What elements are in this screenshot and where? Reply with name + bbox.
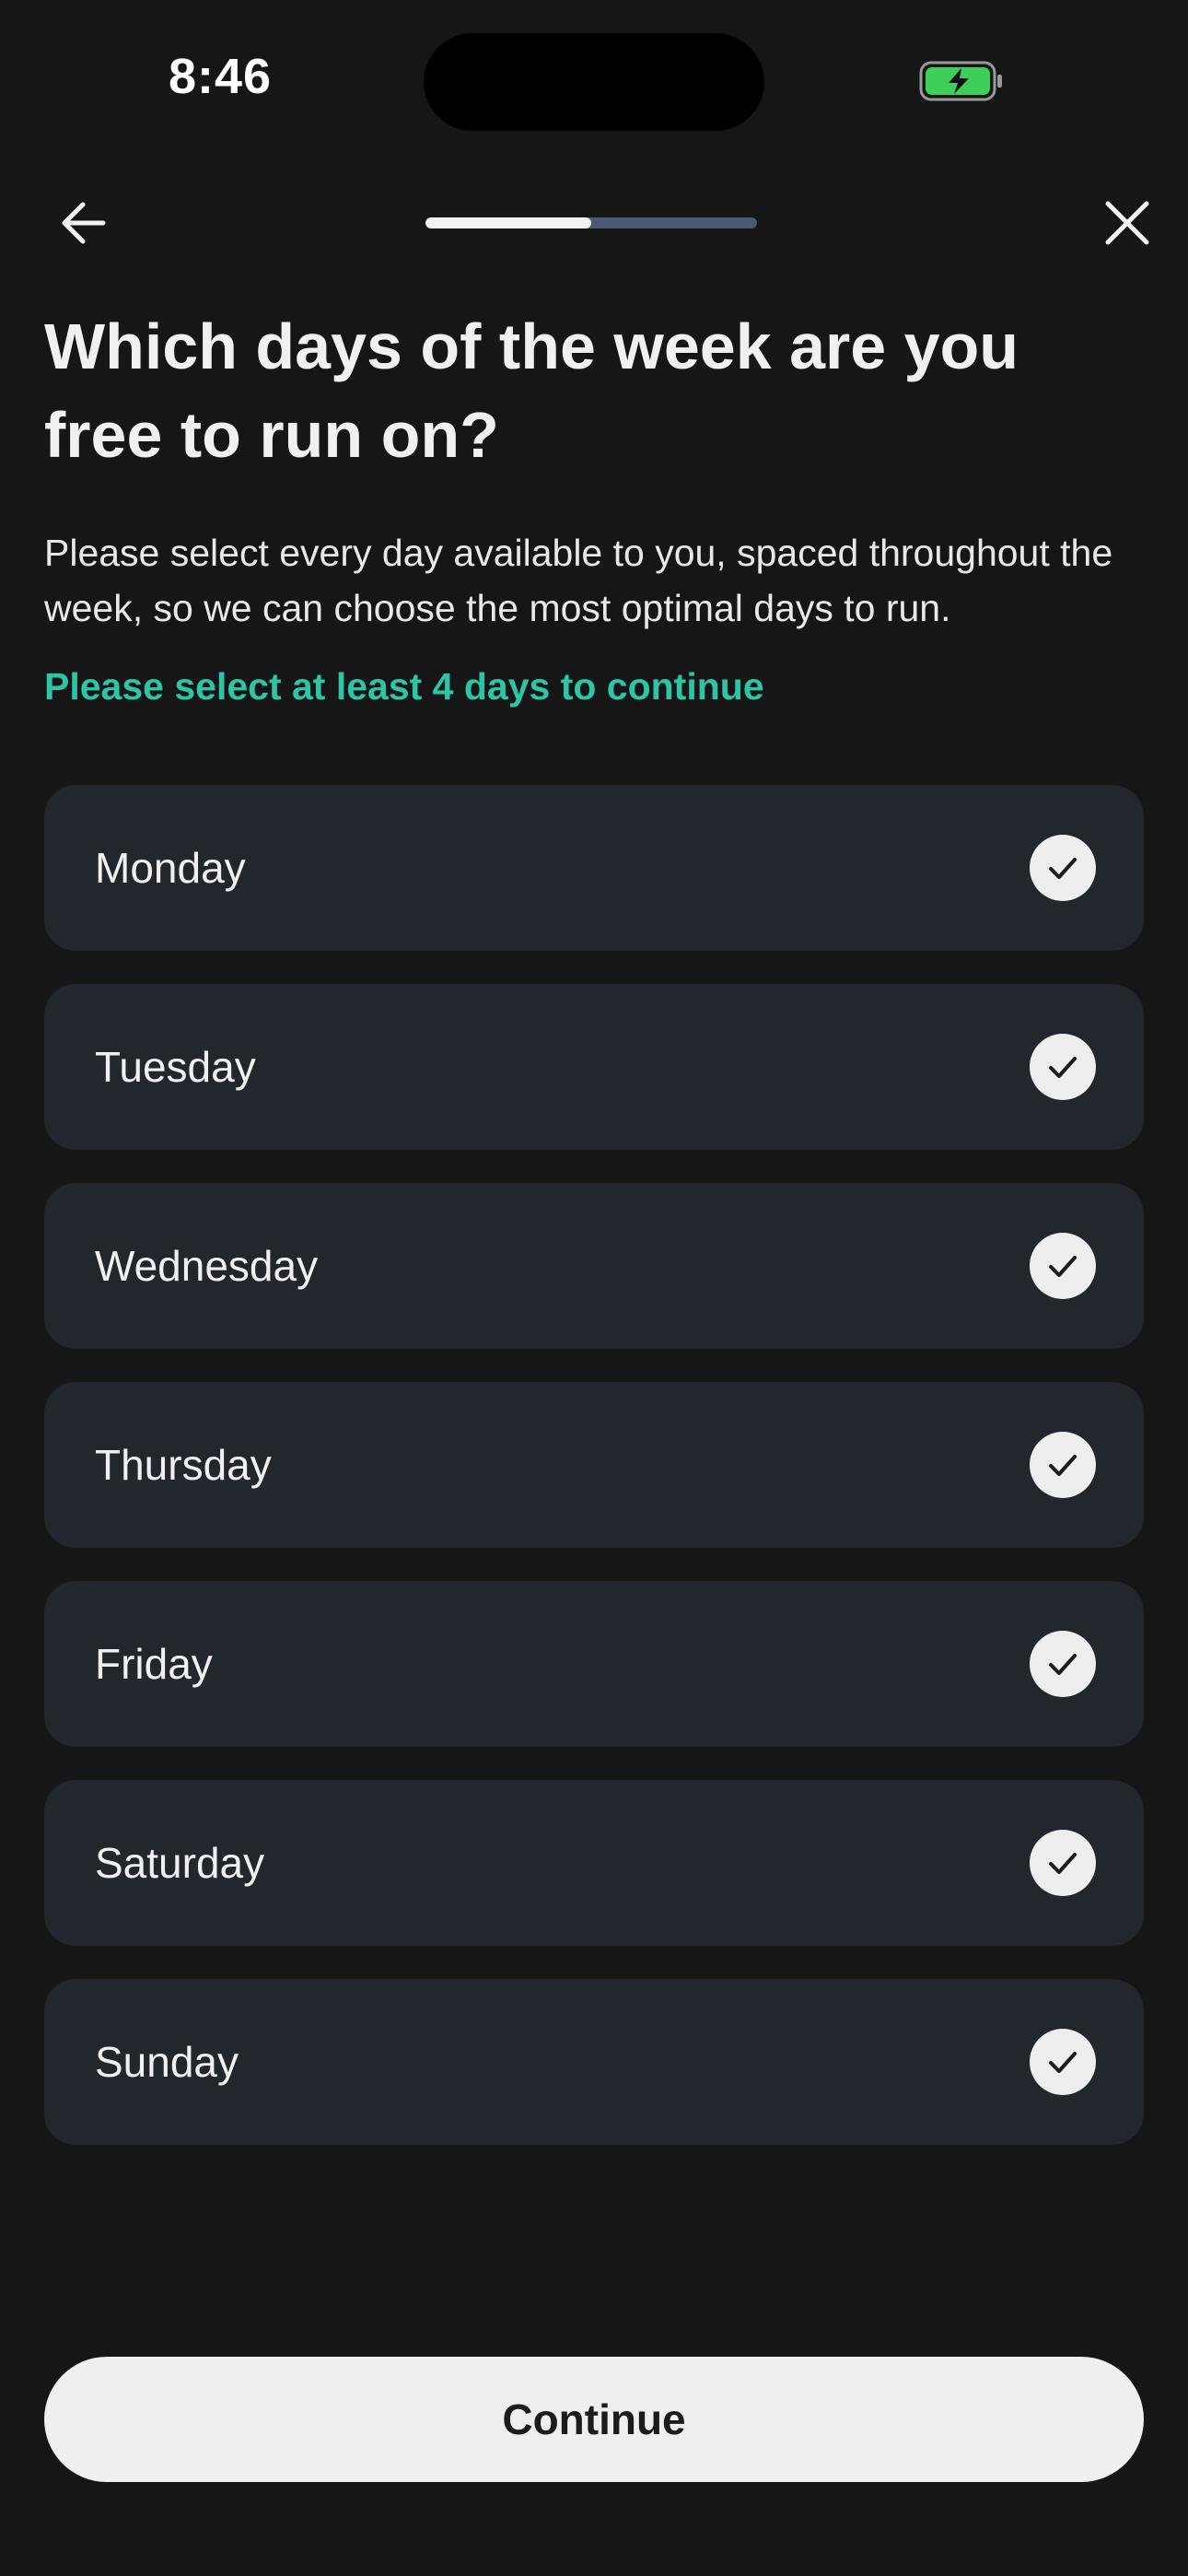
- checkmark-icon: [1030, 1233, 1096, 1299]
- day-label: Wednesday: [95, 1242, 319, 1290]
- day-option-friday[interactable]: Friday: [44, 1581, 1144, 1747]
- day-label: Thursday: [95, 1441, 272, 1489]
- day-label: Tuesday: [95, 1043, 256, 1091]
- day-list: Monday Tuesday Wednesday Thursday Friday…: [44, 785, 1144, 2178]
- day-label: Saturday: [95, 1839, 265, 1887]
- close-icon: [1105, 201, 1149, 245]
- close-button[interactable]: [1089, 184, 1166, 262]
- page-subtitle: Please select every day available to you…: [44, 532, 1113, 629]
- day-option-monday[interactable]: Monday: [44, 785, 1144, 951]
- progress-bar: [425, 217, 757, 228]
- day-option-saturday[interactable]: Saturday: [44, 1780, 1144, 1946]
- arrow-left-icon: [62, 202, 106, 244]
- checkmark-icon: [1030, 1034, 1096, 1100]
- day-option-thursday[interactable]: Thursday: [44, 1382, 1144, 1548]
- day-option-tuesday[interactable]: Tuesday: [44, 984, 1144, 1150]
- page-title: Which days of the week are you free to r…: [44, 310, 1019, 471]
- checkmark-icon: [1030, 1432, 1096, 1498]
- day-label: Monday: [95, 844, 246, 892]
- checkmark-icon: [1030, 2029, 1096, 2095]
- progress-bar-fill: [425, 217, 591, 228]
- checkmark-icon: [1030, 835, 1096, 901]
- checkmark-icon: [1030, 1631, 1096, 1697]
- day-label: Sunday: [95, 2038, 239, 2086]
- continue-button[interactable]: Continue: [44, 2357, 1144, 2482]
- back-button[interactable]: [44, 184, 122, 262]
- battery-charging-icon: [919, 61, 1004, 101]
- status-time: 8:46: [169, 49, 273, 104]
- checkmark-icon: [1030, 1830, 1096, 1896]
- day-label: Friday: [95, 1640, 213, 1688]
- selection-hint: Please select at least 4 days to continu…: [44, 665, 764, 708]
- dynamic-island: [424, 33, 764, 131]
- day-option-sunday[interactable]: Sunday: [44, 1979, 1144, 2145]
- day-option-wednesday[interactable]: Wednesday: [44, 1183, 1144, 1349]
